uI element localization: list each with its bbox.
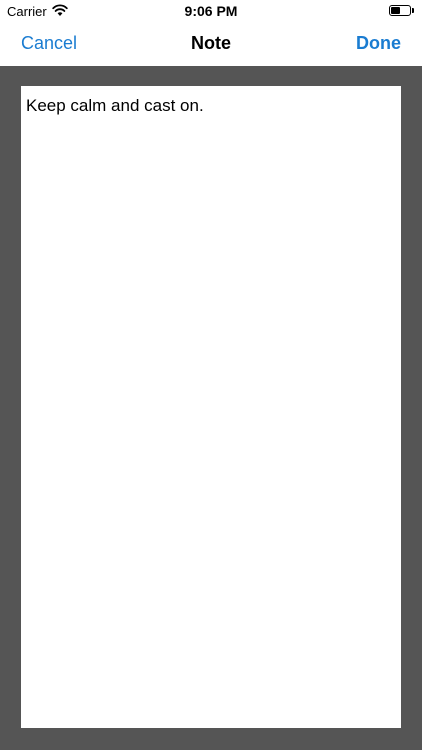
note-container: Keep calm and cast on. [0,66,422,750]
battery-level [391,7,400,14]
battery-cap [412,8,414,13]
status-bar: Carrier 9:06 PM [0,0,422,22]
navigation-bar: Cancel Note Done [0,22,422,66]
done-button[interactable]: Done [356,33,401,54]
note-text-area[interactable]: Keep calm and cast on. [21,86,401,728]
status-time: 9:06 PM [184,3,238,19]
battery-icon [389,5,411,16]
